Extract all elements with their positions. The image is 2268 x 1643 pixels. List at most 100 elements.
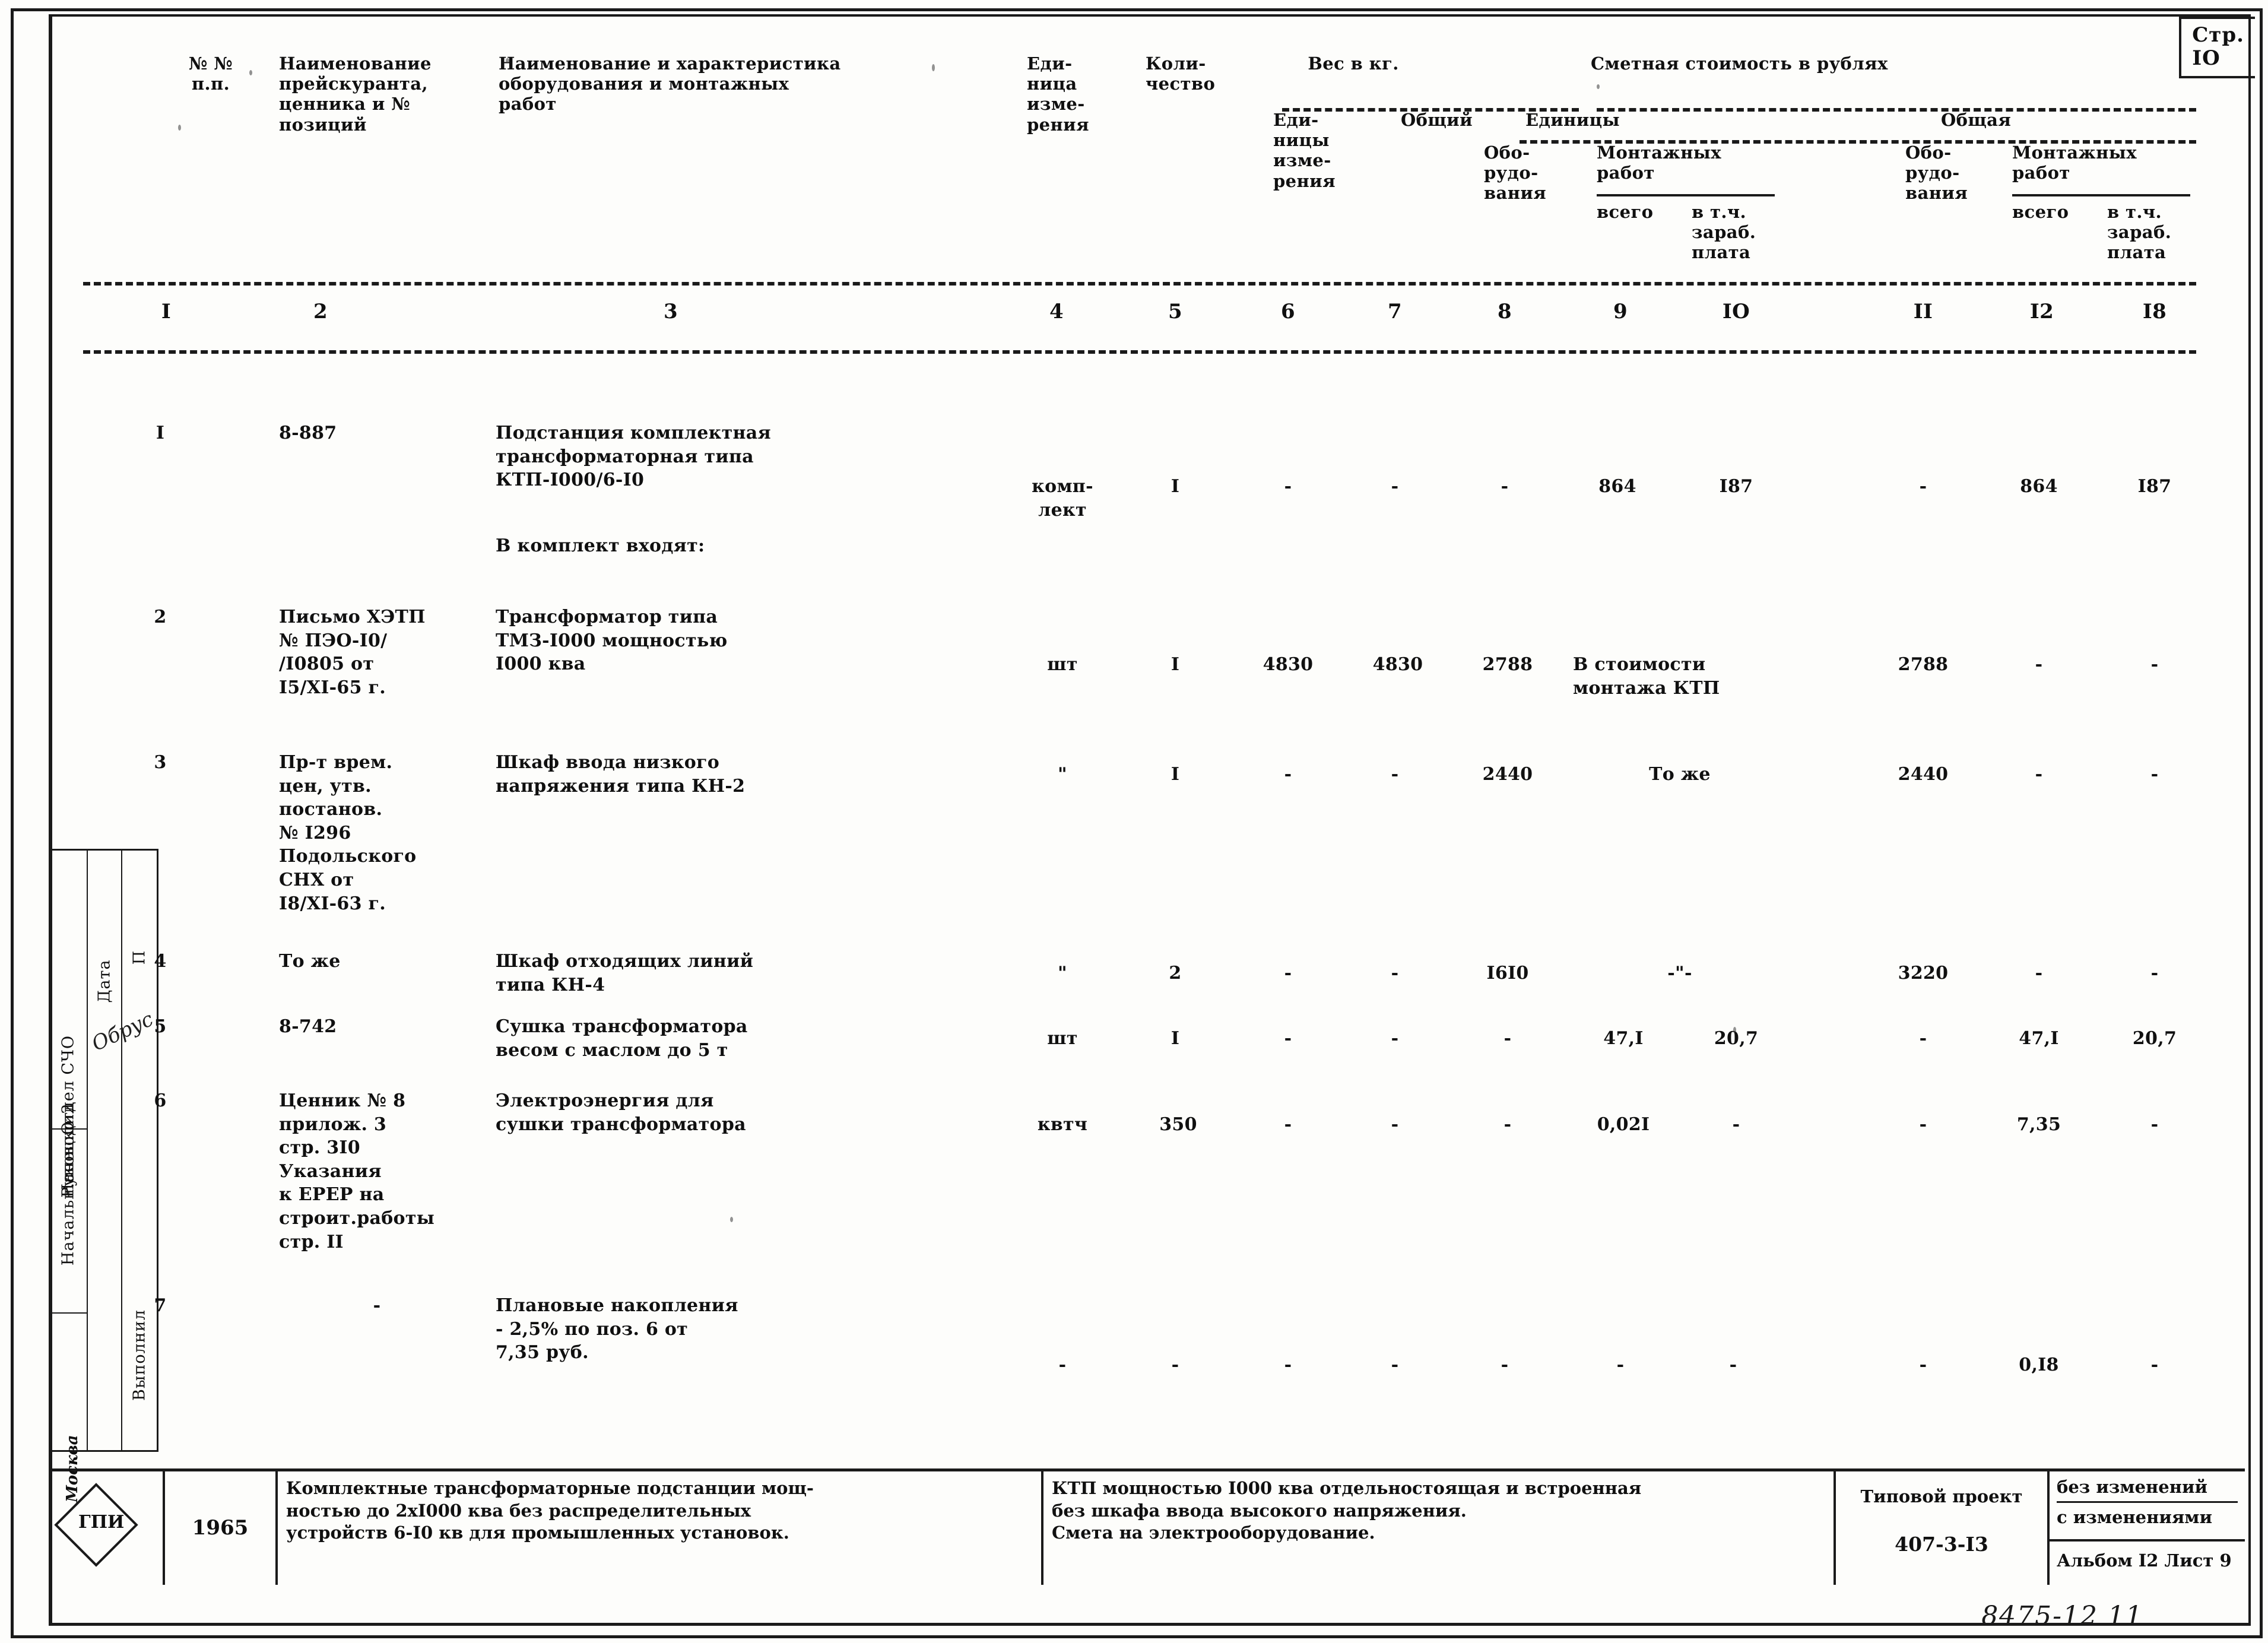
header-col-8: Обо- рудо- вания [1484,142,1547,204]
project-code: 407-3-I3 [1895,1532,1988,1556]
row-1-unit: комп- лект [1032,476,1093,521]
row-8-c11: - [1919,1355,1927,1375]
header-col-9: всего [1597,202,1654,222]
dashed-rule-bottom-colnums [83,350,2196,354]
row-6-c11: - [1919,1028,1927,1049]
bottom-archive-stamp: 8475-12 11 [1981,1601,2143,1631]
row-1-c12: 864 [2020,476,2058,497]
row-1-source: 8-887 [279,423,337,443]
row-7-weight-total: - [1391,1114,1399,1135]
row-8-qty: - [1171,1355,1179,1375]
row-6-c10: 20,7 [1714,1028,1759,1049]
row-1-qty: I [1171,476,1180,497]
row-4-description: Шкаф ввода низкого напряжения типа КН-2 [496,752,746,797]
row-8-description: Плановые накопления - 2,5% по поз. 6 от … [496,1295,738,1363]
row-3-c13: - [2150,654,2159,675]
title-block-year: 1965 [165,1471,278,1585]
row-7-c8: - [1503,1114,1512,1135]
row-1-c10: I87 [1719,476,1753,497]
row-7-weight-unit: - [1284,1114,1292,1135]
header-col-11: Обо- рудо- вания [1905,142,1968,204]
stamp-column-roles: Начальн.спец.Отдел СЧО Нач.шко 2 Руковод… [50,851,88,1450]
header-col-12-13-group: Монтажных работ [2012,142,2137,183]
row-4-weight-total: - [1391,764,1399,785]
row-1-c13: I87 [2137,476,2172,497]
header-col-1: № № п.п. [188,53,233,94]
row-8-source: - [373,1295,381,1316]
row-5-description: Шкаф отходящих линий типа КН-4 [496,951,754,995]
row-7-c12: 7,35 [2016,1114,2061,1135]
left-signature-stamp: Начальн.спец.Отдел СЧО Нач.шко 2 Руковод… [50,849,158,1452]
row-7-c9: 0,02I [1597,1114,1650,1135]
moscow-label: Москва [64,1435,81,1502]
document-page: Стр. IO Начальн.спец.Отдел СЧО Нач.шко 2… [0,0,2268,1643]
colnum-1: I [161,300,172,323]
colnum-2: 2 [313,300,328,323]
row-4-weight-unit: - [1284,764,1292,785]
row-4-unit: " [1058,764,1067,785]
stamp-row: Руководил [50,1103,87,1447]
scan-speck [730,1217,733,1222]
row-6-c9: 47,I [1603,1028,1644,1049]
change-no-label: без изменений [2057,1476,2238,1503]
row-6-c12: 47,I [2019,1028,2059,1049]
row-6-c13: 20,7 [2132,1028,2177,1049]
title-block-project: Типовой проект 407-3-I3 [1836,1471,2050,1585]
title-block-changes: без изменений с изменениями Альбом I2 Ли… [2050,1471,2245,1585]
row-3-description: Трансформатор типа ТМЗ-I000 мощностью I0… [496,607,728,675]
stamp-rows-roles: Начальн.спец.Отдел СЧО Нач.шко 2 Руковод… [50,851,87,1450]
gpi-label: ГПИ [78,1512,125,1533]
row-4-qty: I [1171,764,1180,785]
row-3-no: 2 [154,607,167,627]
stamp-row: Начальн.спец.Отдел СЧО [50,851,87,1265]
header-underline-1 [1597,194,1775,196]
row-6-qty: I [1171,1028,1180,1049]
colnum-9: 9 [1613,300,1628,323]
scan-speck [932,64,935,71]
row-4-no: 3 [154,752,167,773]
dashed-rule-subcols [1520,140,2196,144]
header-col-9-10-group: Монтажных работ [1597,142,1721,183]
row-8-c9: - [1616,1355,1625,1375]
row-3-weight-unit: 4830 [1263,654,1314,675]
dashed-rule-weight [1282,108,1579,112]
header-col-3: Наименование и характеристика оборудован… [499,53,841,115]
row-5-weight-total: - [1391,963,1399,984]
row-6-no: 5 [154,1016,167,1037]
scan-speck [1597,84,1600,89]
title-block-logo: ГПИ Москва [52,1435,165,1585]
header-col-5: Коли- чество [1146,53,1216,94]
title-block-object: КТП мощностью I000 ква отдельностоящая и… [1043,1471,1836,1585]
row-2-description: В комплект входят: [496,535,705,556]
row-8-unit: - [1058,1355,1067,1375]
scan-speck [1733,1027,1736,1033]
header-cost-group: Сметная стоимость в рублях [1591,53,1888,74]
row-5-c12: - [2035,963,2043,984]
stamp-date-label: Дата [95,959,114,1003]
row-3-c11: 2788 [1898,654,1949,675]
row-6-description: Сушка трансформатора весом с маслом до 5… [496,1016,748,1061]
row-5-c13: - [2150,963,2159,984]
header-col-10: в т.ч. зараб. плата [1692,202,1756,263]
row-7-no: 6 [154,1090,167,1111]
stamp-executor-label: Выполнил [130,1309,149,1401]
row-5-qty: 2 [1169,963,1182,984]
row-7-source: Ценник № 8 прилож. 3 стр. 3I0 Указания к… [279,1090,435,1252]
row-5-c8: I6I0 [1486,963,1529,984]
row-5-weight-unit: - [1284,963,1292,984]
row-1-no: I [156,423,165,443]
project-label: Типовой проект [1860,1486,2023,1506]
row-3-c8: 2788 [1482,654,1533,675]
colnum-8: 8 [1497,300,1512,323]
row-7-qty: 350 [1159,1114,1197,1135]
stamp-column-sign: П Выполнил [122,851,157,1450]
dashed-rule-top-colnums [83,282,2196,286]
row-1-description: Подстанция комплектная трансформаторная … [496,423,771,491]
row-3-unit: шт [1047,654,1078,675]
header-col-2: Наименование прейскуранта, ценника и № п… [279,53,432,135]
changes-top: без изменений с изменениями [2050,1471,2245,1541]
row-5-c11: 3220 [1898,963,1949,984]
row-1-weight-unit: - [1284,476,1292,497]
row-7-unit: квтч [1037,1114,1088,1135]
row-8-c12: 0,I8 [2019,1355,2059,1375]
